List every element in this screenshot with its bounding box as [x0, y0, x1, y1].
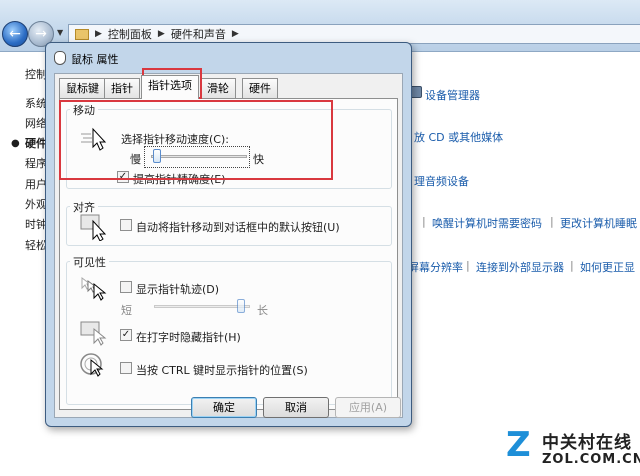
chevron-right-icon[interactable]: ▶ [95, 29, 102, 39]
arrow-left-icon: ← [9, 26, 21, 42]
tab-pointers[interactable]: 指针 [104, 78, 140, 98]
resolution-link[interactable]: 屏幕分辨率 [408, 259, 463, 275]
zol-logo-icon: Z [506, 425, 531, 465]
tab-pointer-options[interactable]: 指针选项 [141, 75, 199, 99]
left-nav-item[interactable]: 外观 [25, 196, 47, 212]
address-bar[interactable]: ▶ 控制面板 ▶ 硬件和声音 ▶ [68, 24, 640, 44]
visibility-group-label: 可见性 [70, 254, 109, 270]
watermark-cn: 中关村在线 [542, 433, 632, 453]
left-nav-item[interactable]: 轻松 [25, 237, 47, 253]
wake-password-link[interactable]: 唤醒计算机时需要密码 [432, 215, 542, 231]
short-label: 短 [121, 304, 132, 317]
external-display-link[interactable]: 连接到外部显示器 [476, 259, 564, 275]
ok-button[interactable]: 确定 [191, 397, 257, 418]
cancel-button[interactable]: 取消 [263, 397, 329, 418]
snap-label[interactable]: 自动将指针移动到对话框中的默认按钮(U) [136, 219, 340, 235]
link-separator: | [466, 259, 470, 272]
hide-typing-icon [80, 321, 107, 346]
watermark-en: ZOL.COM.CN [542, 452, 640, 467]
mouse-icon [54, 51, 66, 65]
tab-wheel[interactable]: 滑轮 [200, 78, 236, 98]
link-separator: | [550, 215, 554, 228]
left-nav-item[interactable]: 系统 [25, 95, 47, 111]
trails-slider-track[interactable] [154, 305, 250, 308]
control-panel-icon [75, 28, 89, 40]
left-nav-item[interactable]: 用户 [25, 176, 47, 192]
left-nav-item[interactable]: 网络 [25, 115, 47, 131]
snap-to-icon [80, 214, 107, 241]
audio-devices-link[interactable]: 理音频设备 [414, 173, 469, 189]
show-location-icon [80, 353, 104, 377]
link-separator: | [422, 215, 426, 228]
chevron-right-icon[interactable]: ▶ [232, 29, 239, 39]
left-nav-item[interactable]: 控制 [25, 66, 47, 82]
ctrl-show-label[interactable]: 当按 CTRL 键时显示指针的位置(S) [136, 362, 308, 378]
left-nav-item[interactable]: 程序 [25, 155, 47, 171]
apply-button[interactable]: 应用(A) [335, 397, 401, 418]
ctrl-show-checkbox[interactable] [120, 362, 132, 374]
checkmark-icon: ✓ [121, 329, 131, 340]
link-separator: | [570, 259, 574, 272]
how-correct-link[interactable]: 如何更正显 [580, 259, 635, 275]
back-button[interactable]: ← [2, 21, 28, 47]
highlight-motion-box [59, 100, 333, 180]
device-manager-link[interactable]: 设备管理器 [425, 87, 480, 103]
long-label: 长 [257, 304, 268, 317]
snap-checkbox[interactable] [120, 219, 132, 231]
left-nav-item[interactable]: 时钟 [25, 216, 47, 232]
arrow-right-icon: → [35, 26, 47, 42]
hide-typing-checkbox[interactable]: ✓ [120, 329, 132, 341]
hide-typing-label[interactable]: 在打字时隐藏指针(H) [136, 329, 241, 345]
breadcrumb-hardware-sound[interactable]: 硬件和声音 [171, 26, 226, 42]
zol-watermark: Z 中关村在线 ZOL.COM.CN [506, 424, 640, 476]
cd-media-link[interactable]: 放 CD 或其他媒体 [414, 129, 503, 145]
change-sleep-link[interactable]: 更改计算机睡眠 [560, 215, 637, 231]
chevron-right-icon[interactable]: ▶ [158, 29, 165, 39]
current-item-bullet-icon: ● [11, 138, 20, 149]
trails-slider-thumb[interactable] [237, 299, 246, 313]
tab-buttons[interactable]: 鼠标键 [59, 78, 106, 98]
left-nav-item-current[interactable]: 硬件 [25, 135, 47, 151]
trails-label[interactable]: 显示指针轨迹(D) [136, 281, 219, 297]
pointer-trails-icon [81, 277, 107, 301]
tab-hardware[interactable]: 硬件 [242, 78, 278, 98]
breadcrumb-control-panel[interactable]: 控制面板 [108, 26, 152, 42]
history-dropdown-icon[interactable]: ▼ [57, 28, 63, 37]
dialog-title: 鼠标 属性 [71, 53, 119, 66]
trails-checkbox[interactable] [120, 281, 132, 293]
